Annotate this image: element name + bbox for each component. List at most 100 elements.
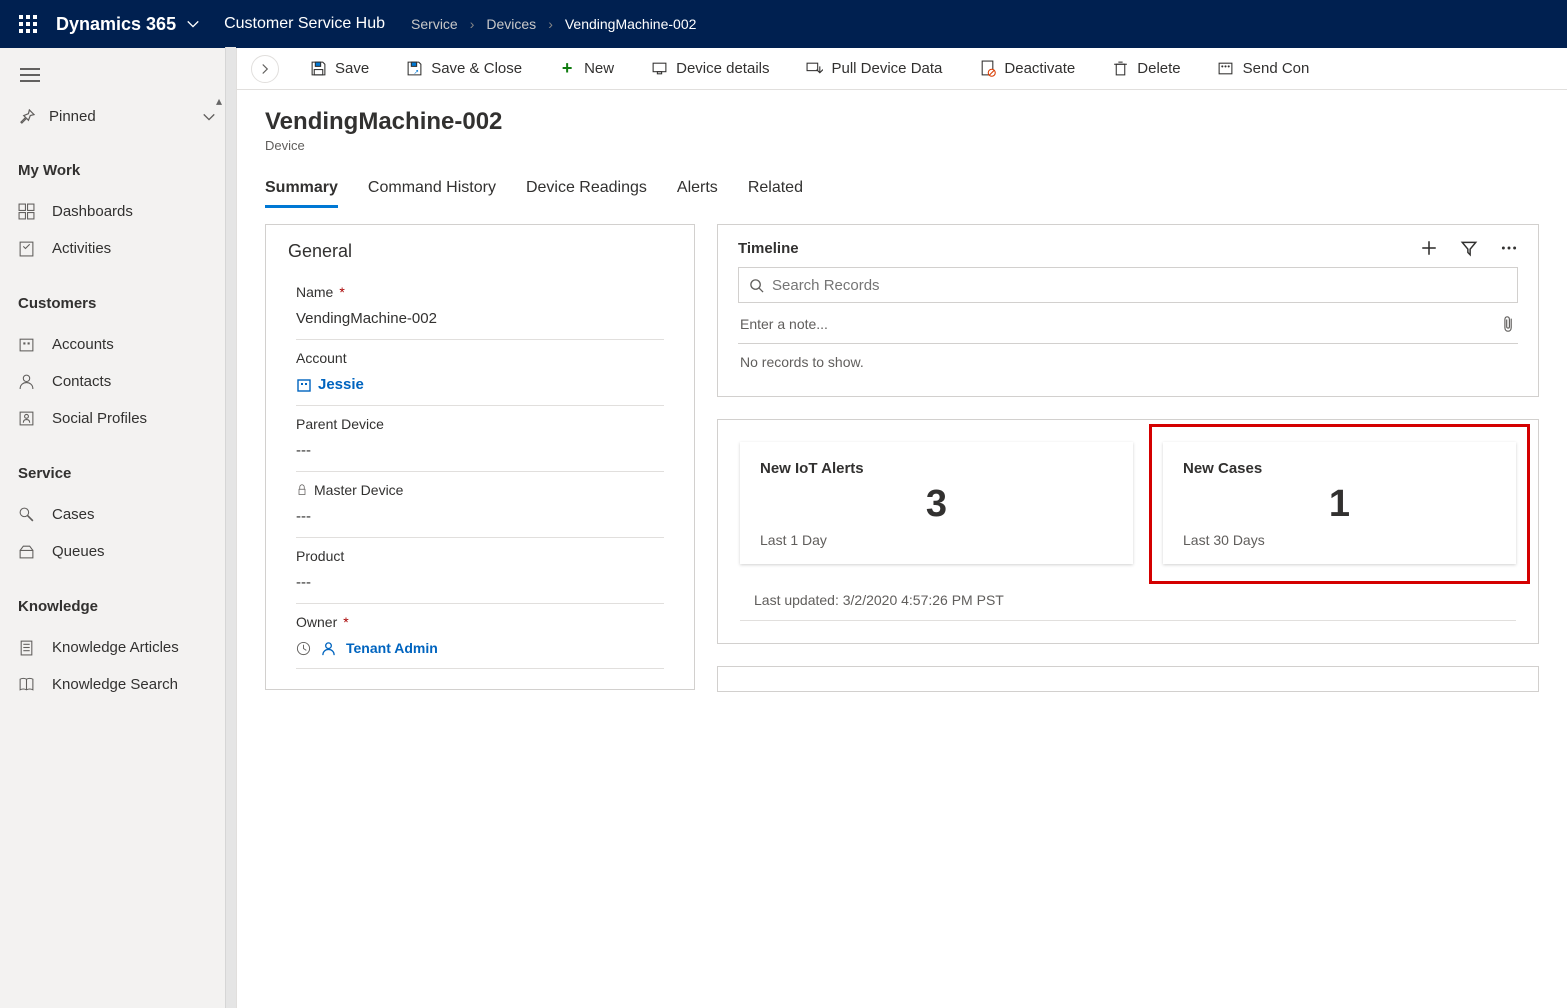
clock-icon	[296, 641, 311, 656]
article-icon	[18, 639, 38, 656]
breadcrumb-current: VendingMachine-002	[565, 16, 697, 32]
nav-section-title: My Work	[0, 162, 236, 179]
tab-device-readings[interactable]: Device Readings	[526, 173, 647, 208]
send-button[interactable]: Send Con	[1207, 54, 1320, 83]
app-name[interactable]: Customer Service Hub	[224, 15, 385, 33]
field-parent-device[interactable]: Parent Device ---	[296, 406, 664, 472]
sidebar-item-dashboards[interactable]: Dashboards	[0, 193, 236, 230]
device-details-button[interactable]: Device details	[640, 54, 779, 83]
back-button[interactable]	[251, 55, 279, 83]
parent-value[interactable]: ---	[296, 442, 664, 459]
caret-up-icon[interactable]: ▴	[216, 94, 222, 108]
plus-icon: +	[558, 58, 576, 79]
queues-icon	[18, 543, 38, 560]
nav-label: Social Profiles	[52, 410, 147, 427]
required-indicator: *	[339, 284, 344, 300]
nav-label: Accounts	[52, 336, 114, 353]
breadcrumb-item[interactable]: Service	[411, 16, 458, 32]
stat-value: 1	[1183, 483, 1496, 526]
timeline-filter-button[interactable]	[1460, 239, 1478, 257]
timeline-add-button[interactable]	[1420, 239, 1438, 257]
nav-label: Knowledge Articles	[52, 639, 179, 656]
note-placeholder: Enter a note...	[740, 316, 1501, 332]
device-icon	[650, 60, 668, 77]
accounts-icon	[18, 336, 38, 353]
chevron-down-icon	[202, 110, 216, 124]
field-name[interactable]: Name* VendingMachine-002	[296, 274, 664, 340]
attach-icon[interactable]	[1501, 315, 1516, 333]
timeline-search-input[interactable]	[772, 277, 1507, 294]
nav-section-title: Knowledge	[0, 598, 236, 615]
timeline-card: Timeline	[717, 224, 1539, 397]
stat-card-cases[interactable]: New Cases 1 Last 30 Days	[1163, 442, 1516, 564]
lock-icon	[296, 484, 308, 496]
breadcrumb: Service › Devices › VendingMachine-002	[411, 16, 696, 32]
deactivate-icon	[978, 60, 996, 77]
chevron-down-icon	[186, 17, 200, 31]
form-tabs: Summary Command History Device Readings …	[265, 173, 1539, 208]
sidebar-item-contacts[interactable]: Contacts	[0, 363, 236, 400]
tab-command-history[interactable]: Command History	[368, 173, 496, 208]
timeline-heading: Timeline	[738, 240, 1420, 257]
waffle-menu[interactable]	[12, 8, 44, 40]
person-icon	[321, 641, 336, 656]
next-panel	[717, 666, 1539, 692]
sidebar-item-cases[interactable]: Cases	[0, 496, 236, 533]
sidebar-item-knowledge-search[interactable]: Knowledge Search	[0, 666, 236, 703]
new-button[interactable]: + New	[548, 52, 624, 85]
pinned-section[interactable]: ▴ Pinned	[0, 100, 236, 134]
general-card: General Name* VendingMachine-002 Account	[265, 224, 695, 690]
account-link[interactable]: Jessie	[296, 376, 664, 393]
chevron-right-icon: ›	[548, 16, 553, 32]
nav-section-title: Customers	[0, 295, 236, 312]
nav-label: Cases	[52, 506, 95, 523]
pull-data-button[interactable]: Pull Device Data	[796, 54, 953, 83]
sidebar-item-accounts[interactable]: Accounts	[0, 326, 236, 363]
stat-card-alerts[interactable]: New IoT Alerts 3 Last 1 Day	[740, 442, 1133, 564]
save-button[interactable]: Save	[299, 54, 379, 83]
top-nav: Dynamics 365 Customer Service Hub Servic…	[0, 0, 1567, 48]
sidebar-item-social[interactable]: Social Profiles	[0, 400, 236, 437]
search-icon	[749, 278, 764, 293]
field-master-device[interactable]: Master Device ---	[296, 472, 664, 538]
save-close-icon: ↗	[405, 60, 423, 77]
page-title: VendingMachine-002	[265, 108, 1539, 136]
nav-section-title: Service	[0, 465, 236, 482]
required-indicator: *	[343, 614, 348, 630]
tab-related[interactable]: Related	[748, 173, 803, 208]
field-owner[interactable]: Owner* Tenant Admin	[296, 604, 664, 669]
send-icon	[1217, 60, 1235, 77]
chevron-right-icon: ›	[470, 16, 475, 32]
timeline-search[interactable]	[738, 267, 1518, 303]
tab-summary[interactable]: Summary	[265, 173, 338, 208]
social-icon	[18, 410, 38, 427]
delete-button[interactable]: Delete	[1101, 54, 1190, 83]
field-product[interactable]: Product ---	[296, 538, 664, 604]
note-input-row[interactable]: Enter a note...	[738, 303, 1518, 344]
content-area: VendingMachine-002 Device Summary Comman…	[237, 90, 1567, 1008]
timeline-more-button[interactable]	[1500, 239, 1518, 257]
owner-link[interactable]: Tenant Admin	[296, 640, 664, 656]
stat-subtitle: Last 1 Day	[760, 532, 1113, 548]
sidebar-hamburger[interactable]	[0, 68, 236, 100]
stat-title: New Cases	[1183, 460, 1496, 477]
save-close-button[interactable]: ↗ Save & Close	[395, 54, 532, 83]
product-value[interactable]: ---	[296, 574, 664, 591]
field-account[interactable]: Account Jessie	[296, 340, 664, 406]
tab-alerts[interactable]: Alerts	[677, 173, 718, 208]
nav-label: Dashboards	[52, 203, 133, 220]
sidebar-resize-handle[interactable]	[225, 47, 236, 1008]
filter-icon	[1460, 239, 1478, 257]
name-value[interactable]: VendingMachine-002	[296, 310, 664, 327]
activity-icon	[18, 240, 38, 257]
sidebar-item-activities[interactable]: Activities	[0, 230, 236, 267]
deactivate-button[interactable]: Deactivate	[968, 54, 1085, 83]
sidebar: ▴ Pinned My Work Dashboards	[0, 48, 237, 1008]
sidebar-item-queues[interactable]: Queues	[0, 533, 236, 570]
dashboard-icon	[18, 203, 38, 220]
brand-switcher[interactable]	[186, 17, 200, 31]
stat-value: 3	[760, 483, 1113, 526]
breadcrumb-item[interactable]: Devices	[486, 16, 536, 32]
brand-name[interactable]: Dynamics 365	[56, 14, 176, 35]
sidebar-item-knowledge-articles[interactable]: Knowledge Articles	[0, 629, 236, 666]
